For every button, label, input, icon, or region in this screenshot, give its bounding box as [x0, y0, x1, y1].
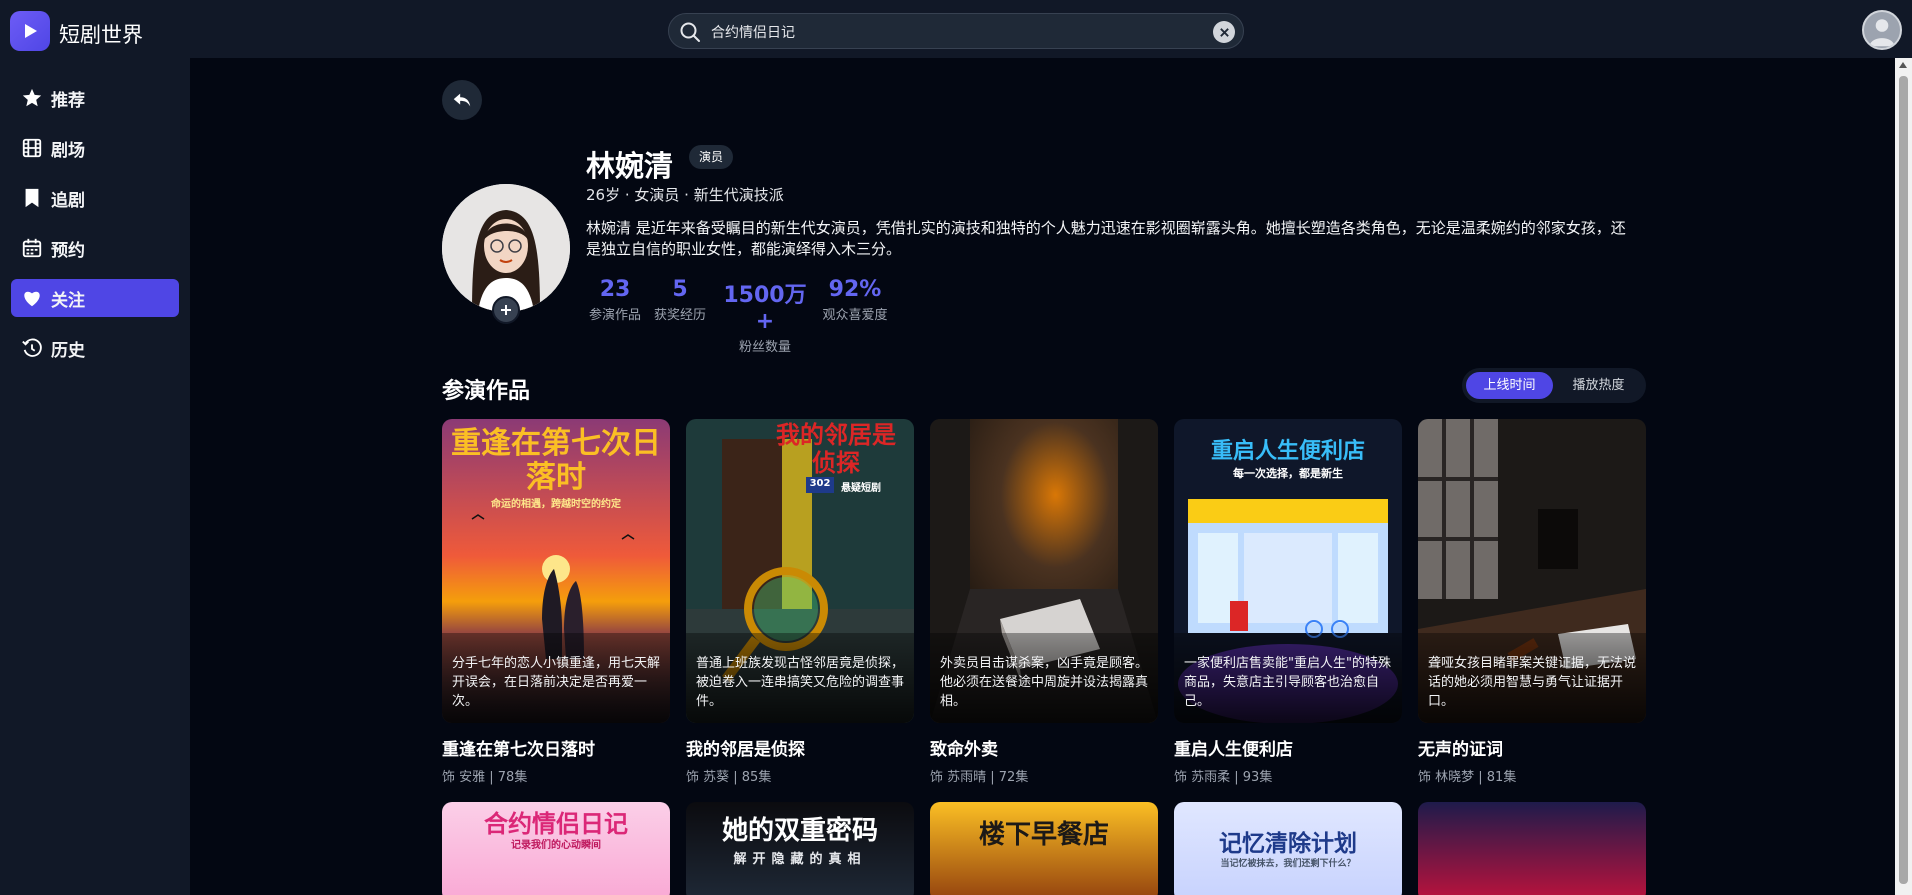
back-arrow-icon — [453, 93, 471, 107]
actor-bio: 林婉清 是近年来备受瞩目的新生代女演员，凭借扎实的演技和独特的个人魅力迅速在影视… — [586, 219, 1626, 258]
actor-portrait — [442, 184, 570, 312]
work-title[interactable]: 无声的证词 — [1418, 735, 1646, 760]
heart-icon — [24, 291, 40, 307]
work-description: 聋哑女孩目睹罪案关键证据，无法说话的她必须用智慧与勇气让证据开口。 — [1428, 656, 1637, 709]
cover-title: 她的双重密码 — [721, 816, 878, 846]
cover-title: 我的邻居是侦探 — [776, 421, 896, 477]
work-card[interactable]: 外卖员目击谋杀案，凶手竟是顾客。他必须在送餐途中周旋并设法揭露真相。 致命外卖 … — [930, 419, 1158, 785]
work-description: 普通上班族发现古怪邻居竟是侦探，被迫卷入一连串搞笑又危险的调查事件。 — [696, 656, 905, 709]
stat-label: 参演作品 — [588, 308, 641, 323]
work-subtitle: 饰 苏雨晴 | 72集 — [930, 770, 1029, 785]
sidebar-item-label: 剧场 — [51, 140, 85, 161]
work-card[interactable] — [1418, 802, 1646, 895]
door-number: 302 — [809, 478, 831, 489]
scroll-up-arrow-icon[interactable] — [1899, 62, 1907, 68]
sidebar-item-reservation[interactable]: 预约 — [11, 229, 179, 267]
brand-name[interactable]: 短剧世界 — [59, 19, 143, 49]
work-cover[interactable]: 聋哑女孩目睹罪案关键证据，无法说话的她必须用智慧与勇气让证据开口。 — [1418, 419, 1646, 723]
work-card[interactable]: 重逢在第七次日落时 命运的相遇，跨越时空的约定 分手七年的恋人小镇重逢，用七天解… — [442, 419, 670, 785]
cover-subtitle: 每一次选择，都是新生 — [1233, 467, 1343, 480]
sidebar-item-label: 历史 — [51, 340, 85, 361]
work-cover[interactable]: 我的邻居是侦探 悬疑短剧 302 普通上班族发现古怪邻居竟是侦探，被迫卷入一连串… — [686, 419, 914, 723]
film-icon — [22, 138, 42, 158]
cover-subtitle: 当记忆被抹去，我们还剩下什么？ — [1220, 859, 1356, 869]
work-title[interactable]: 重逢在第七次日落时 — [442, 735, 670, 760]
work-subtitle: 饰 苏葵 | 85集 — [686, 770, 772, 785]
user-avatar[interactable] — [1862, 10, 1902, 50]
stat-value: 23 — [599, 277, 631, 302]
follow-actor-button[interactable] — [492, 296, 520, 324]
work-title[interactable]: 我的邻居是侦探 — [686, 735, 914, 760]
cover-title: 重逢在第七次日落时 — [451, 426, 661, 495]
stat-value: 92% — [828, 277, 882, 302]
work-card[interactable]: 重启人生便利店 每一次选择，都是新生 一家便利店售卖能"重启人生"的特殊商品，失… — [1174, 419, 1402, 785]
clear-search-icon[interactable] — [1213, 21, 1235, 43]
plus-icon — [501, 305, 511, 315]
cover-title: 楼下早餐店 — [978, 820, 1109, 850]
cover-title: 重启人生便利店 — [1210, 439, 1365, 464]
work-subtitle: 饰 安雅 | 78集 — [442, 770, 528, 785]
sort-by-release-button[interactable]: 上线时间 — [1466, 372, 1553, 399]
stat-awards: 5 获奖经历 — [651, 277, 709, 323]
stat-popularity: 92% 观众喜爱度 — [818, 277, 892, 323]
work-card[interactable]: 她的双重密码 解开隐藏的真相 — [686, 802, 914, 895]
sort-toggle: 上线时间 播放热度 — [1462, 368, 1646, 403]
stat-works: 23 参演作品 — [586, 277, 644, 323]
work-description: 一家便利店售卖能"重启人生"的特殊商品，失意店主引导顾客也治愈自己。 — [1184, 656, 1391, 709]
cover-title: 合约情侣日记 — [484, 810, 628, 838]
work-card[interactable]: 聋哑女孩目睹罪案关键证据，无法说话的她必须用智慧与勇气让证据开口。 无声的证词 … — [1418, 419, 1646, 785]
sidebar: 推荐 剧场 追剧 预约 关注 历史 — [0, 58, 190, 895]
cover-title: 记忆清除计划 — [1219, 831, 1357, 857]
page-scrollbar[interactable] — [1895, 58, 1912, 895]
work-cover[interactable]: 外卖员目击谋杀案，凶手竟是顾客。他必须在送餐途中周旋并设法揭露真相。 — [930, 419, 1158, 723]
search-input[interactable] — [711, 19, 1181, 45]
bookmark-icon — [25, 188, 39, 208]
cover-subtitle: 解开隐藏的真相 — [733, 852, 867, 867]
work-card[interactable]: 合约情侣日记 记录我们的心动瞬间 — [442, 802, 670, 895]
search-icon[interactable] — [679, 21, 701, 43]
back-button[interactable] — [442, 80, 482, 120]
stat-value: 5 — [672, 277, 688, 302]
work-subtitle: 饰 苏雨柔 | 93集 — [1174, 770, 1273, 785]
sidebar-item-follow[interactable]: 关注 — [11, 279, 179, 317]
work-title[interactable]: 重启人生便利店 — [1174, 735, 1402, 760]
work-cover[interactable]: 重启人生便利店 每一次选择，都是新生 一家便利店售卖能"重启人生"的特殊商品，失… — [1174, 419, 1402, 723]
work-card[interactable]: 记忆清除计划 当记忆被抹去，我们还剩下什么？ — [1174, 802, 1402, 895]
cover-subtitle: 记录我们的心动瞬间 — [511, 840, 601, 851]
scrollbar-thumb[interactable] — [1899, 76, 1908, 884]
work-cover[interactable]: 重逢在第七次日落时 命运的相遇，跨越时空的约定 分手七年的恋人小镇重逢，用七天解… — [442, 419, 670, 723]
role-badge: 演员 — [689, 145, 734, 169]
stat-label: 获奖经历 — [653, 308, 706, 323]
cover-subtitle: 命运的相遇，跨越时空的约定 — [491, 499, 621, 510]
sidebar-item-recommend[interactable]: 推荐 — [11, 79, 179, 117]
work-title[interactable]: 致命外卖 — [930, 735, 1158, 760]
stat-value: 1500万+ — [723, 283, 807, 334]
stat-label: 粉丝数量 — [738, 340, 791, 355]
actor-name: 林婉清 — [586, 149, 674, 183]
sort-by-popularity-button[interactable]: 播放热度 — [1555, 372, 1642, 399]
work-description: 分手七年的恋人小镇重逢，用七天解开误会，在日落前决定是否再爱一次。 — [452, 656, 661, 709]
search-bar — [668, 13, 1244, 49]
work-description: 外卖员目击谋杀案，凶手竟是顾客。他必须在送餐途中周旋并设法揭露真相。 — [940, 656, 1149, 709]
sidebar-item-history[interactable]: 历史 — [11, 329, 179, 367]
star-icon — [22, 88, 42, 107]
section-title: 参演作品 — [442, 379, 531, 404]
work-card[interactable]: 楼下早餐店 — [930, 802, 1158, 895]
calendar-icon — [22, 238, 42, 258]
actor-meta: 26岁 · 女演员 · 新生代演技派 — [586, 186, 784, 204]
sidebar-item-label: 关注 — [51, 290, 85, 311]
top-bar: 短剧世界 — [0, 0, 1912, 58]
stat-fans: 1500万+ 粉丝数量 — [717, 277, 813, 355]
work-card[interactable]: 我的邻居是侦探 悬疑短剧 302 普通上班族发现古怪邻居竟是侦探，被迫卷入一连串… — [686, 419, 914, 785]
app-root: 短剧世界 推荐 剧场 — [0, 0, 1912, 895]
logo-play-icon[interactable] — [10, 11, 50, 51]
stat-label: 观众喜爱度 — [822, 308, 888, 323]
sidebar-item-theater[interactable]: 剧场 — [11, 129, 179, 167]
sidebar-item-label: 预约 — [51, 240, 85, 261]
sidebar-item-label: 推荐 — [51, 90, 85, 111]
history-icon — [22, 338, 42, 357]
work-subtitle: 饰 林晓梦 | 81集 — [1418, 770, 1517, 785]
sidebar-item-label: 追剧 — [51, 190, 85, 211]
sidebar-item-following-drama[interactable]: 追剧 — [11, 179, 179, 217]
